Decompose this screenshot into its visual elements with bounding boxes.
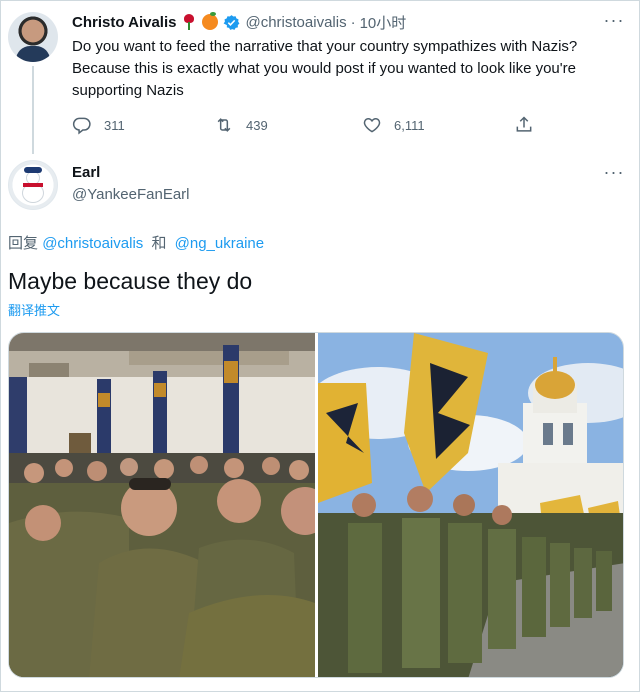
tweet-media [8, 332, 624, 678]
retweet-button[interactable]: 439 [214, 112, 268, 138]
like-button[interactable]: 6,111 [362, 112, 425, 138]
share-button[interactable] [514, 112, 546, 138]
parent-action-bar: 311 439 6,111 [72, 112, 542, 138]
reply-handle[interactable]: @YankeeFanEarl [72, 186, 190, 203]
replying-to-line: 回复 @christoaivalis 和 @ng_ukraine [8, 232, 264, 253]
parent-timestamp[interactable]: 10小时 [360, 12, 407, 33]
heart-icon [363, 117, 381, 133]
reply-tweet-text: Maybe because they do [8, 268, 253, 294]
reply-count: 311 [104, 117, 125, 133]
reply-display-name[interactable]: Earl [72, 164, 100, 181]
parent-handle[interactable]: @christoaivalis [245, 14, 346, 31]
parent-tweet-text: Do you want to feed the narrative that y… [72, 38, 578, 99]
avatar-christo[interactable] [8, 12, 58, 62]
more-icon[interactable]: ··· [602, 11, 626, 32]
more-icon[interactable]: ··· [602, 163, 626, 184]
translate-tweet-link[interactable]: 翻译推文 [8, 300, 60, 319]
reply-icon [72, 117, 91, 135]
retweet-icon [217, 118, 231, 132]
rose-emoji-icon [181, 14, 197, 30]
separator-dot: · [350, 13, 356, 31]
mention-ng-ukraine[interactable]: @ng_ukraine [175, 235, 264, 252]
replying-join: 和 [151, 235, 167, 252]
mention-christoaivalis[interactable]: @christoaivalis [42, 235, 143, 252]
share-icon [516, 116, 532, 132]
orange-emoji-icon [202, 12, 219, 30]
parent-display-name[interactable]: Christo Aivalis [72, 14, 176, 31]
parent-author-row: Christo Aivalis @christoaivalis · 10小时 [72, 12, 406, 32]
replying-prefix: 回复 [8, 235, 39, 252]
like-count: 6,111 [394, 117, 425, 133]
retweet-count: 439 [246, 117, 268, 133]
reply-button[interactable]: 311 [72, 112, 125, 138]
media-photo-hall[interactable] [9, 333, 315, 677]
media-photo-formation[interactable] [318, 333, 623, 677]
avatar-earl[interactable] [8, 160, 58, 210]
thread-line [32, 66, 34, 154]
verified-badge-icon [224, 14, 240, 30]
